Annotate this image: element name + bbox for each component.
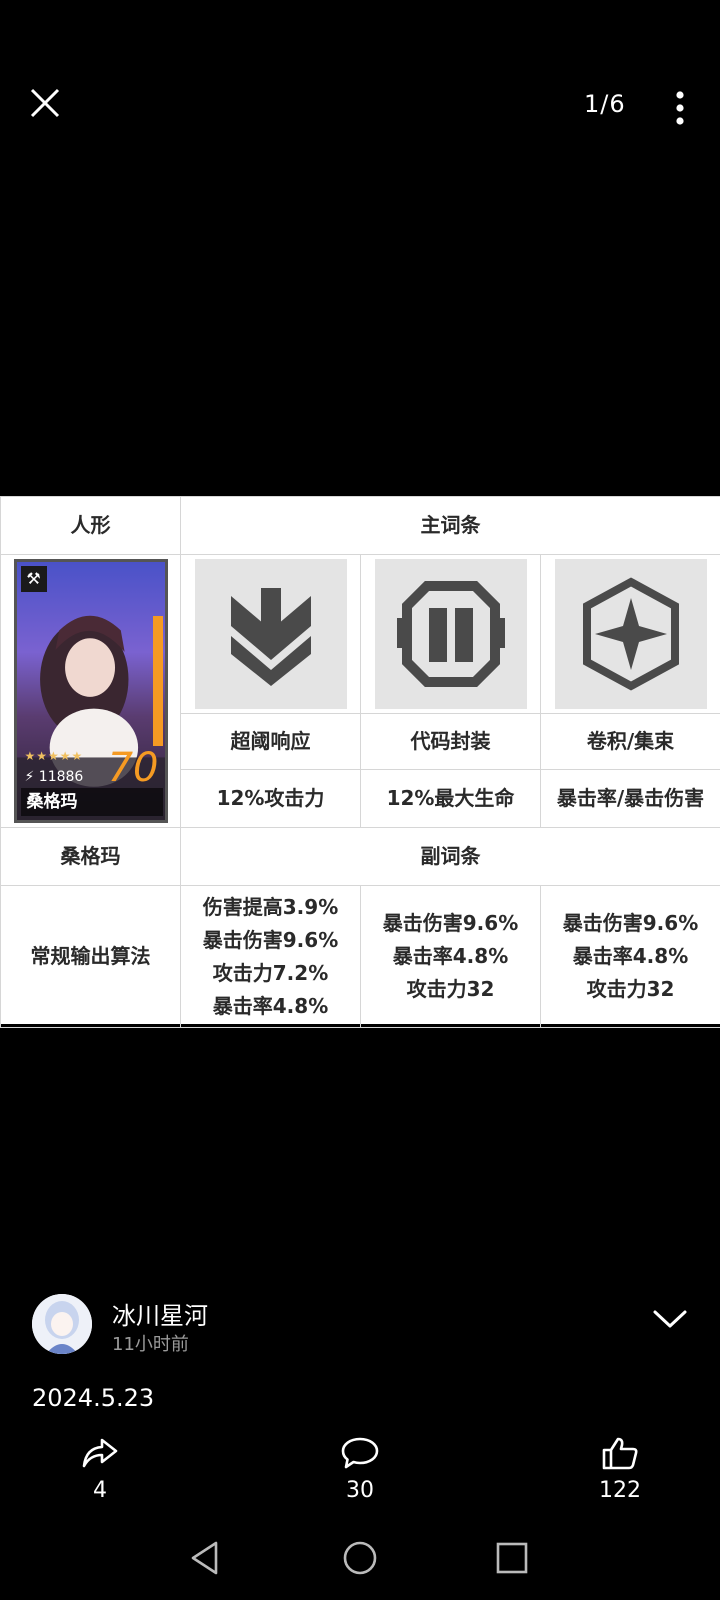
- sub-stat: 暴击伤害9.6%: [202, 927, 339, 952]
- share-icon: [82, 1438, 118, 1468]
- post-text: 2024.5.23: [32, 1384, 155, 1412]
- nav-home-button[interactable]: [338, 1536, 382, 1580]
- main-stat-value-3: 暴击率/暴击伤害: [539, 769, 720, 828]
- character-card: ⚒ ★★★★★ 70 ⚡ 11886 桑格玛: [13, 559, 168, 823]
- main-stat-value-1: 12%攻击力: [180, 769, 361, 828]
- sub-stat: 伤害提高3.9%: [202, 894, 339, 919]
- level-number: 70: [107, 745, 159, 791]
- author-name[interactable]: 冰川星河: [112, 1296, 208, 1331]
- sub-stats-cell-3: 暴击伤害9.6% 暴击率4.8% 攻击力32: [539, 885, 720, 1028]
- expand-button[interactable]: [652, 1306, 688, 1332]
- role-icon: ⚒: [20, 566, 47, 592]
- back-triangle-icon: [191, 1541, 218, 1575]
- character-name-cell: 桑格玛: [0, 827, 181, 886]
- sub-stats-cell-1: 伤害提高3.9% 暴击伤害9.6% 攻击力7.2% 暴击率4.8%: [180, 885, 361, 1028]
- compass-star-icon: [582, 577, 679, 691]
- viewer-top-bar: 1/6: [0, 0, 720, 220]
- share-button[interactable]: 4: [60, 1436, 140, 1503]
- action-bar: 4 30 122: [0, 1436, 720, 1516]
- header-doll: 人形: [0, 496, 181, 555]
- sub-stats-cell-2: 暴击伤害9.6% 暴击率4.8% 攻击力32: [360, 885, 541, 1028]
- combat-power: ⚡ 11886: [24, 769, 84, 785]
- comment-count: 30: [346, 1478, 374, 1503]
- like-button[interactable]: 122: [580, 1436, 660, 1503]
- chevron-rank-icon: [230, 588, 311, 686]
- rarity-stars: ★★★★★: [24, 749, 84, 763]
- post-image[interactable]: 人形 主词条 ⚒ ★★★★★ 70 ⚡ 11886 桑格玛 超阈响应 代码封装 …: [0, 496, 720, 1028]
- comment-button[interactable]: 30: [320, 1436, 400, 1503]
- header-sub-stats: 副词条: [179, 827, 720, 886]
- sub-stat: 攻击力32: [406, 977, 495, 1001]
- avatar[interactable]: [32, 1294, 92, 1354]
- sub-stat: 攻击力32: [586, 977, 675, 1001]
- close-icon: [30, 88, 60, 118]
- image-counter: 1/6: [584, 90, 626, 118]
- post-time: 11小时前: [112, 1334, 189, 1355]
- rarity-bar: [152, 616, 163, 746]
- avatar-image: [32, 1294, 92, 1354]
- card-name: 桑格玛: [20, 788, 163, 816]
- nav-recents-button[interactable]: [490, 1536, 534, 1580]
- more-options-button[interactable]: [664, 88, 696, 128]
- header-main-stats: 主词条: [179, 496, 720, 555]
- algorithm-label: 常规输出算法: [0, 885, 181, 1028]
- sub-stat: 暴击率4.8%: [392, 944, 509, 968]
- sub-stat: 暴击伤害9.6%: [562, 911, 699, 935]
- main-stat-name-2: 代码封装: [360, 713, 541, 770]
- recents-square-icon: [496, 1542, 528, 1574]
- build-table: 人形 主词条 ⚒ ★★★★★ 70 ⚡ 11886 桑格玛 超阈响应 代码封装 …: [0, 496, 720, 1028]
- main-stat-name-1: 超阈响应: [180, 713, 361, 770]
- close-button[interactable]: [26, 84, 64, 122]
- main-stat-icon-cell-3: [539, 554, 720, 714]
- more-vertical-icon: [676, 91, 684, 125]
- sub-stat: 暴击伤害9.6%: [382, 911, 519, 935]
- shield-module-icon: [396, 581, 505, 687]
- nav-back-button[interactable]: [184, 1536, 228, 1580]
- like-count: 122: [599, 1478, 641, 1503]
- comment-icon: [341, 1437, 379, 1469]
- chevron-down-icon: [653, 1310, 687, 1328]
- combat-power-value: 11886: [38, 769, 84, 785]
- system-nav-bar: [0, 1530, 720, 1590]
- thumbs-up-icon: [602, 1437, 638, 1470]
- main-stat-icon-cell-2: [360, 554, 541, 714]
- sub-stat: 暴击率4.8%: [572, 944, 689, 968]
- main-stat-value-2: 12%最大生命: [360, 769, 541, 828]
- main-stat-name-3: 卷积/集束: [539, 713, 720, 770]
- main-stat-icon-cell-1: [180, 554, 361, 714]
- character-card-cell: ⚒ ★★★★★ 70 ⚡ 11886 桑格玛: [0, 554, 181, 828]
- share-count: 4: [93, 1478, 107, 1503]
- home-circle-icon: [343, 1541, 377, 1575]
- author-row: 冰川星河 11小时前: [32, 1294, 692, 1358]
- sub-stat: 攻击力7.2%: [212, 960, 329, 985]
- sub-stat: 暴击率4.8%: [212, 993, 329, 1018]
